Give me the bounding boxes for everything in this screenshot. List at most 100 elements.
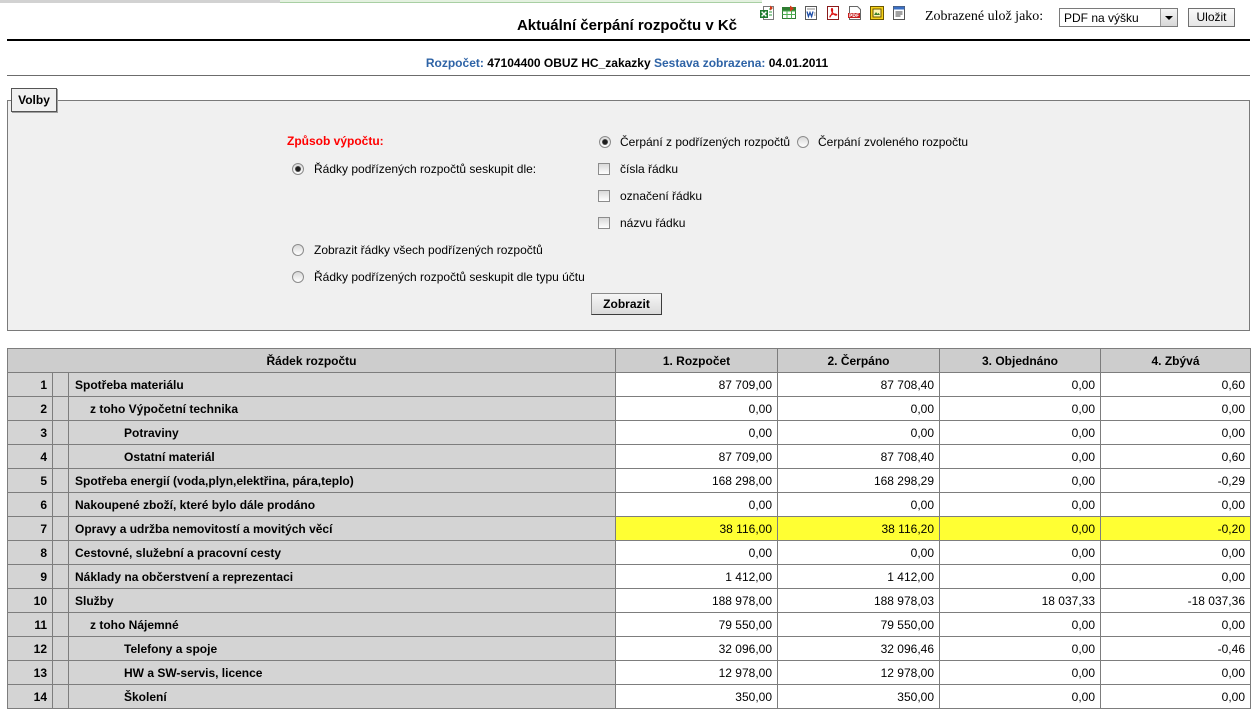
row-marker bbox=[52, 660, 69, 685]
ordered-value: 0,00 bbox=[939, 612, 1101, 637]
table-row: 11 z toho Nájemné 79 550,00 79 550,00 0,… bbox=[7, 612, 1251, 637]
ordered-value: 0,00 bbox=[939, 516, 1101, 541]
save-format-select[interactable]: PDF na výšku bbox=[1059, 8, 1178, 27]
row-mode-radio-group[interactable] bbox=[292, 163, 304, 175]
budget-value: 38 116,00 bbox=[615, 516, 778, 541]
method-radio-selected[interactable] bbox=[797, 136, 809, 148]
ordered-value: 0,00 bbox=[939, 396, 1101, 421]
pdf-export-icon[interactable] bbox=[825, 5, 841, 21]
column-header-budget: 1. Rozpočet bbox=[615, 348, 778, 373]
budget-value: 87 709,00 bbox=[615, 444, 778, 469]
group-by-mark-checkbox[interactable] bbox=[598, 190, 610, 202]
spent-value: 188 978,03 bbox=[777, 588, 940, 613]
row-marker bbox=[52, 612, 69, 637]
spent-value: 87 708,40 bbox=[777, 444, 940, 469]
row-name: Školení bbox=[68, 684, 616, 709]
row-number: 9 bbox=[7, 564, 53, 589]
remaining-value: -0,46 bbox=[1100, 636, 1251, 661]
budget-value: 168 298,00 bbox=[615, 468, 778, 493]
row-marker bbox=[52, 588, 69, 613]
pdf-document-export-icon[interactable]: PDF bbox=[847, 5, 863, 21]
spent-value: 1 412,00 bbox=[777, 564, 940, 589]
row-marker bbox=[52, 444, 69, 469]
ordered-value: 0,00 bbox=[939, 468, 1101, 493]
column-header-row-name: Řádek rozpočtu bbox=[7, 348, 616, 373]
text-export-icon[interactable] bbox=[891, 5, 907, 21]
table-row: 14 Školení 350,00 350,00 0,00 0,00 bbox=[7, 684, 1251, 709]
budget-value: 0,00 bbox=[615, 540, 778, 565]
remaining-value: 0,00 bbox=[1100, 492, 1251, 517]
chevron-down-icon[interactable] bbox=[1160, 9, 1177, 26]
group-by-name-checkbox[interactable] bbox=[598, 217, 610, 229]
row-name: z toho Nájemné bbox=[68, 612, 616, 637]
info-divider bbox=[7, 75, 1250, 76]
ordered-value: 0,00 bbox=[939, 540, 1101, 565]
row-name: Spotřeba materiálu bbox=[68, 372, 616, 397]
remaining-value: -0,29 bbox=[1100, 468, 1251, 493]
row-number: 14 bbox=[7, 684, 53, 709]
spent-value: 79 550,00 bbox=[777, 612, 940, 637]
row-number: 4 bbox=[7, 444, 53, 469]
row-number: 3 bbox=[7, 420, 53, 445]
spent-value: 168 298,29 bbox=[777, 468, 940, 493]
row-name: Ostatní materiál bbox=[68, 444, 616, 469]
remaining-value: -18 037,36 bbox=[1100, 588, 1251, 613]
row-marker bbox=[52, 564, 69, 589]
row-number: 1 bbox=[7, 372, 53, 397]
row-mode-radio-all[interactable] bbox=[292, 244, 304, 256]
group-by-number-checkbox[interactable] bbox=[598, 163, 610, 175]
table-row: 9 Náklady na občerstvení a reprezentaci … bbox=[7, 564, 1251, 589]
word-export-icon[interactable] bbox=[803, 5, 819, 21]
table-row: 12 Telefony a spoje 32 096,00 32 096,46 … bbox=[7, 636, 1251, 661]
row-marker bbox=[52, 396, 69, 421]
spent-value: 12 978,00 bbox=[777, 660, 940, 685]
table-row: 3 Potraviny 0,00 0,00 0,00 0,00 bbox=[7, 420, 1251, 445]
row-number: 2 bbox=[7, 396, 53, 421]
row-name: Telefony a spoje bbox=[68, 636, 616, 661]
save-format-value: PDF na výšku bbox=[1064, 11, 1139, 25]
row-number: 6 bbox=[7, 492, 53, 517]
table-row: 13 HW a SW-servis, licence 12 978,00 12 … bbox=[7, 660, 1251, 685]
svg-text:PDF: PDF bbox=[849, 13, 859, 19]
row-marker bbox=[52, 684, 69, 709]
row-number: 8 bbox=[7, 540, 53, 565]
image-export-icon[interactable] bbox=[869, 5, 885, 21]
row-marker bbox=[52, 372, 69, 397]
row-name: Potraviny bbox=[68, 420, 616, 445]
budget-value: 0,00 bbox=[615, 492, 778, 517]
row-name: Náklady na občerstvení a reprezentaci bbox=[68, 564, 616, 589]
report-date-value: 04.01.2011 bbox=[768, 56, 829, 70]
ordered-value: 0,00 bbox=[939, 636, 1101, 661]
save-as-label: Zobrazené ulož jako: bbox=[925, 9, 1044, 24]
remaining-value: 0,00 bbox=[1100, 660, 1251, 685]
ordered-value: 0,00 bbox=[939, 492, 1101, 517]
spent-value: 0,00 bbox=[777, 492, 940, 517]
table-row: 7 Opravy a udržba nemovitostí a movitých… bbox=[7, 516, 1251, 541]
row-mode-label-all: Zobrazit řádky všech podřízených rozpočt… bbox=[314, 243, 543, 257]
options-legend: Volby bbox=[11, 88, 57, 112]
remaining-value: 0,00 bbox=[1100, 684, 1251, 709]
remaining-value: 0,60 bbox=[1100, 444, 1251, 469]
row-number: 10 bbox=[7, 588, 53, 613]
method-radio-subordinate[interactable] bbox=[599, 136, 611, 148]
row-name: Služby bbox=[68, 588, 616, 613]
header-divider bbox=[7, 39, 1250, 41]
table-row: 4 Ostatní materiál 87 709,00 87 708,40 0… bbox=[7, 444, 1251, 469]
row-mode-radio-account-type[interactable] bbox=[292, 271, 304, 283]
budget-value: 350,00 bbox=[615, 684, 778, 709]
budget-value: 0,00 bbox=[615, 420, 778, 445]
frame-edge-accent bbox=[280, 0, 762, 3]
save-button[interactable]: Uložit bbox=[1188, 8, 1235, 27]
budget-value: 12 978,00 bbox=[615, 660, 778, 685]
spent-value: 0,00 bbox=[777, 420, 940, 445]
spent-value: 350,00 bbox=[777, 684, 940, 709]
excel-export-icon[interactable] bbox=[759, 5, 775, 21]
ordered-value: 0,00 bbox=[939, 564, 1101, 589]
excel-table-export-icon[interactable] bbox=[781, 5, 797, 21]
show-button[interactable]: Zobrazit bbox=[591, 293, 662, 315]
column-header-remaining: 4. Zbývá bbox=[1100, 348, 1251, 373]
remaining-value: 0,00 bbox=[1100, 564, 1251, 589]
ordered-value: 18 037,33 bbox=[939, 588, 1101, 613]
table-row: 2 z toho Výpočetní technika 0,00 0,00 0,… bbox=[7, 396, 1251, 421]
table-row: 8 Cestovné, služební a pracovní cesty 0,… bbox=[7, 540, 1251, 565]
